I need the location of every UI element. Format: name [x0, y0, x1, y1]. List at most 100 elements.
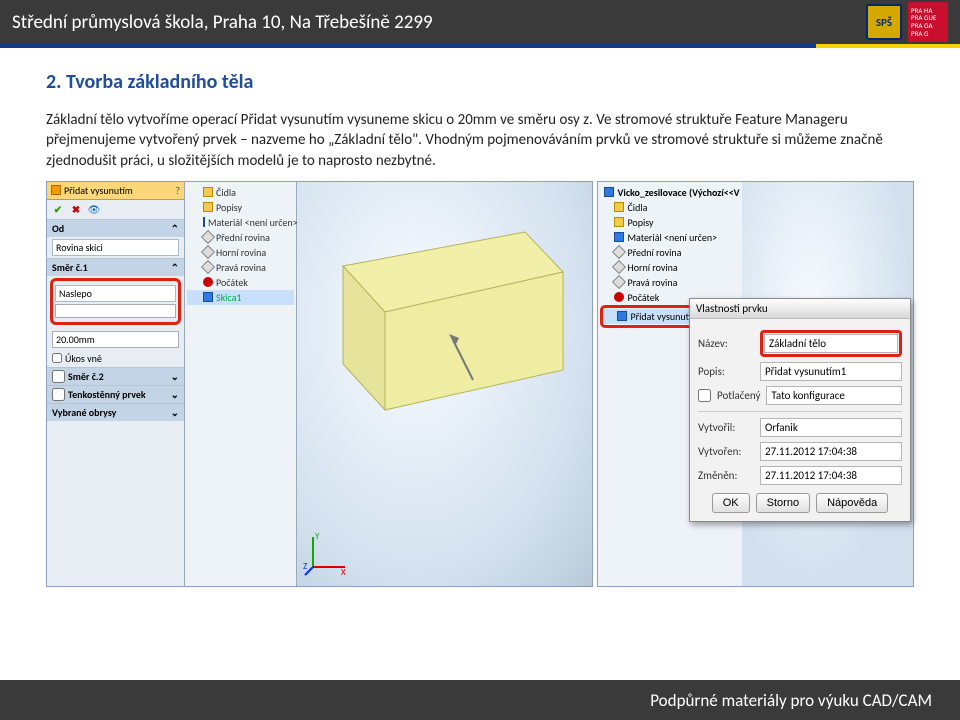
- tree-item-selected[interactable]: Skica1: [187, 290, 294, 305]
- group-od: Od⌃ Rovina skici: [47, 219, 184, 258]
- highlight-direction-box: Naslepo: [50, 278, 181, 325]
- direction-field[interactable]: [55, 304, 176, 318]
- tree-item[interactable]: Čidla: [600, 200, 740, 215]
- tree-item[interactable]: Popisy: [600, 215, 740, 230]
- napoveda-button[interactable]: Nápověda: [816, 493, 888, 513]
- group-contours: Vybrané obrysy⌄: [47, 403, 184, 421]
- svg-text:Y: Y: [315, 531, 320, 542]
- draft-checkbox-row[interactable]: Úkos vně: [47, 350, 184, 367]
- draft-checkbox[interactable]: [52, 353, 62, 363]
- tree-item[interactable]: Počátek: [187, 275, 294, 290]
- feature-properties-dialog: Vlastnosti prvku Název: Základní tělo Po…: [689, 298, 911, 522]
- select-config[interactable]: Tato konfigurace: [766, 386, 902, 405]
- label-nazev: Název:: [698, 337, 754, 350]
- plane-icon: [612, 275, 626, 289]
- row-nazev: Název: Základní tělo: [698, 330, 902, 357]
- plane-icon: [201, 245, 215, 259]
- group-od-header[interactable]: Od⌃: [47, 220, 184, 237]
- plane-icon: [612, 260, 626, 274]
- row-zmenen: Změněn: 27.11.2012 17:04:38: [698, 466, 902, 485]
- feature-tree-left: Čidla Popisy Materiál <není určen> Předn…: [185, 182, 297, 586]
- value-zmenen: 27.11.2012 17:04:38: [760, 466, 902, 485]
- svg-text:Z: Z: [303, 561, 307, 572]
- label-vytvoril: Vytvořil:: [698, 421, 754, 434]
- group-contours-header[interactable]: Vybrané obrysy⌄: [47, 404, 184, 421]
- extrude-icon: [51, 185, 61, 195]
- plane-icon: [201, 260, 215, 274]
- tree-item[interactable]: Horní rovina: [600, 260, 740, 275]
- group-smer2-header[interactable]: Směr č.2⌄: [47, 368, 184, 385]
- logo-praha: PRA HA PRA GUE PRA GA PRA G: [908, 2, 948, 42]
- expand-icon: ⌄: [171, 370, 179, 383]
- depth-input[interactable]: 20.00mm: [52, 331, 179, 348]
- value-vytvoren: 27.11.2012 17:04:38: [760, 442, 902, 461]
- label-zmenen: Změněn:: [698, 469, 754, 482]
- group-smer1: Směr č.1⌃ Naslepo 20.00mm Úkos vně: [47, 258, 184, 367]
- tree-item[interactable]: Čidla: [187, 185, 294, 200]
- screenshot-extrude: Přidat vysunutím ? ✔ ✖ 👁 Od⌃ Rovina skic…: [46, 181, 593, 587]
- row-popis: Popis: Přidat vysunutím1: [698, 362, 902, 381]
- body-paragraph: Základní tělo vytvoříme operací Přidat v…: [46, 110, 914, 171]
- screenshots-row: Přidat vysunutím ? ✔ ✖ 👁 Od⌃ Rovina skic…: [46, 181, 914, 587]
- ok-button[interactable]: OK: [712, 493, 750, 513]
- tree-item[interactable]: Horní rovina: [187, 245, 294, 260]
- header-title: Střední průmyslová škola, Praha 10, Na T…: [12, 11, 433, 34]
- tree-item[interactable]: Přední rovina: [187, 230, 294, 245]
- dialog-titlebar[interactable]: Vlastnosti prvku: [690, 299, 910, 319]
- tree-item[interactable]: Pravá rovina: [187, 260, 294, 275]
- help-icon[interactable]: ?: [175, 184, 180, 197]
- extrude-preview-box: [325, 222, 575, 422]
- tree-item[interactable]: Přední rovina: [600, 245, 740, 260]
- header-logos: SPŠ PRA HA PRA GUE PRA GA PRA G: [866, 2, 948, 42]
- tree-item[interactable]: Materiál <není určen>: [187, 215, 294, 230]
- expand-icon: ⌄: [171, 388, 179, 401]
- dialog-separator: [698, 411, 902, 412]
- expand-icon: ⌄: [171, 406, 179, 419]
- part-icon: [604, 187, 614, 197]
- group-thin-header[interactable]: Tenkostěnný prvek⌄: [47, 386, 184, 403]
- annotations-icon: [614, 217, 624, 227]
- sketch-icon: [203, 292, 213, 302]
- page-header: Střední průmyslová škola, Praha 10, Na T…: [0, 0, 960, 44]
- collapse-icon: ⌃: [171, 222, 179, 235]
- thin-checkbox[interactable]: [52, 388, 65, 401]
- checkbox-potlaceny[interactable]: [698, 389, 711, 402]
- group-smer2: Směr č.2⌄: [47, 367, 184, 385]
- group-thin: Tenkostěnný prvek⌄: [47, 385, 184, 403]
- label-vytvoren: Vytvořen:: [698, 445, 754, 458]
- origin-icon: [203, 277, 213, 287]
- tree-root[interactable]: Vicko_zesilovace (Výchozí<<V: [600, 185, 740, 200]
- section-title: 2. Tvorba základního těla: [46, 70, 914, 94]
- screenshot-rename: Vicko_zesilovace (Výchozí<<V Čidla Popis…: [597, 181, 914, 587]
- row-vytvoren: Vytvořen: 27.11.2012 17:04:38: [698, 442, 902, 461]
- input-nazev[interactable]: Základní tělo: [764, 334, 898, 353]
- pm-title-text: Přidat vysunutím: [64, 184, 133, 197]
- tree-item[interactable]: Materiál <není určen>: [600, 230, 740, 245]
- preview-icon[interactable]: 👁: [87, 203, 101, 216]
- viewport-3d[interactable]: Y X Z: [297, 182, 592, 586]
- footer-text: Podpůrné materiály pro výuku CAD/CAM: [650, 690, 932, 711]
- cancel-button[interactable]: ✖: [69, 203, 83, 216]
- label-popis: Popis:: [698, 365, 754, 378]
- label-potlaceny: Potlačený: [717, 389, 760, 402]
- group-smer1-header[interactable]: Směr č.1⌃: [47, 259, 184, 276]
- svg-text:X: X: [341, 567, 346, 577]
- collapse-icon: ⌃: [171, 261, 179, 274]
- extrude-icon: [617, 311, 627, 321]
- tree-item[interactable]: Pravá rovina: [600, 275, 740, 290]
- material-icon: [203, 217, 205, 227]
- ok-button[interactable]: ✔: [51, 203, 65, 216]
- axis-triad: Y X Z: [303, 529, 351, 580]
- row-potlaceny: Potlačený Tato konfigurace: [698, 386, 902, 405]
- end-condition-select[interactable]: Naslepo: [55, 285, 176, 302]
- slide-content: 2. Tvorba základního těla Základní tělo …: [0, 48, 960, 587]
- annotations-icon: [203, 202, 213, 212]
- tree-item[interactable]: Popisy: [187, 200, 294, 215]
- highlight-name-box: Základní tělo: [760, 330, 902, 357]
- plane-icon: [201, 230, 215, 244]
- smer2-checkbox[interactable]: [52, 370, 65, 383]
- input-popis[interactable]: Přidat vysunutím1: [760, 362, 902, 381]
- dialog-buttons: OK Storno Nápověda: [698, 493, 902, 513]
- od-select[interactable]: Rovina skici: [52, 239, 179, 256]
- storno-button[interactable]: Storno: [756, 493, 810, 513]
